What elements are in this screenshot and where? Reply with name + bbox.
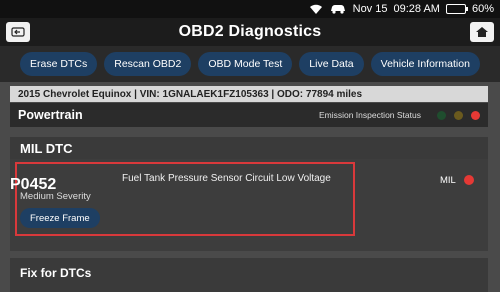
vehicle-info-bar: 2015 Chevrolet Equinox | VIN: 1GNALAEK1F… bbox=[10, 86, 488, 102]
status-time: 09:28 AM bbox=[393, 3, 440, 15]
fix-for-dtcs-header: Fix for DTCs bbox=[10, 258, 488, 292]
erase-dtcs-button[interactable]: Erase DTCs bbox=[20, 52, 98, 76]
live-data-button[interactable]: Live Data bbox=[299, 52, 364, 76]
app-header: OBD2 Diagnostics bbox=[0, 18, 500, 46]
car-icon bbox=[329, 4, 347, 14]
emission-status-dot-1 bbox=[437, 110, 446, 120]
vehicle-information-button[interactable]: Vehicle Information bbox=[370, 52, 480, 76]
action-bar: Erase DTCs Rescan OBD2 OBD Mode Test Liv… bbox=[0, 46, 500, 82]
emission-status-label: Emission Inspection Status bbox=[318, 110, 421, 120]
obd-mode-test-button[interactable]: OBD Mode Test bbox=[198, 52, 293, 76]
wifi-icon bbox=[309, 4, 323, 15]
dtc-severity: Medium Severity bbox=[20, 191, 91, 202]
home-icon bbox=[476, 27, 488, 37]
mil-indicator-dot bbox=[464, 175, 474, 185]
status-bar: Nov 15 09:28 AM 60% bbox=[0, 0, 500, 18]
freeze-frame-button[interactable]: Freeze Frame bbox=[20, 208, 100, 228]
emission-status-dot-2 bbox=[454, 110, 463, 120]
page-title: OBD2 Diagnostics bbox=[178, 23, 322, 40]
mil-dtc-header: MIL DTC bbox=[10, 137, 488, 159]
rescan-obd2-button[interactable]: Rescan OBD2 bbox=[104, 52, 192, 76]
dtc-description: Fuel Tank Pressure Sensor Circuit Low Vo… bbox=[122, 173, 331, 184]
back-arrow-icon bbox=[11, 27, 25, 37]
back-button[interactable] bbox=[6, 22, 30, 42]
status-date: Nov 15 bbox=[352, 3, 388, 15]
emission-status-dot-3 bbox=[471, 110, 480, 120]
home-button[interactable] bbox=[470, 22, 494, 42]
mil-label: MIL bbox=[440, 175, 456, 186]
battery-percent: 60% bbox=[471, 3, 494, 15]
battery-icon bbox=[445, 4, 468, 14]
powertrain-row: Powertrain Emission Inspection Status bbox=[10, 103, 488, 127]
powertrain-title: Powertrain bbox=[18, 108, 83, 122]
